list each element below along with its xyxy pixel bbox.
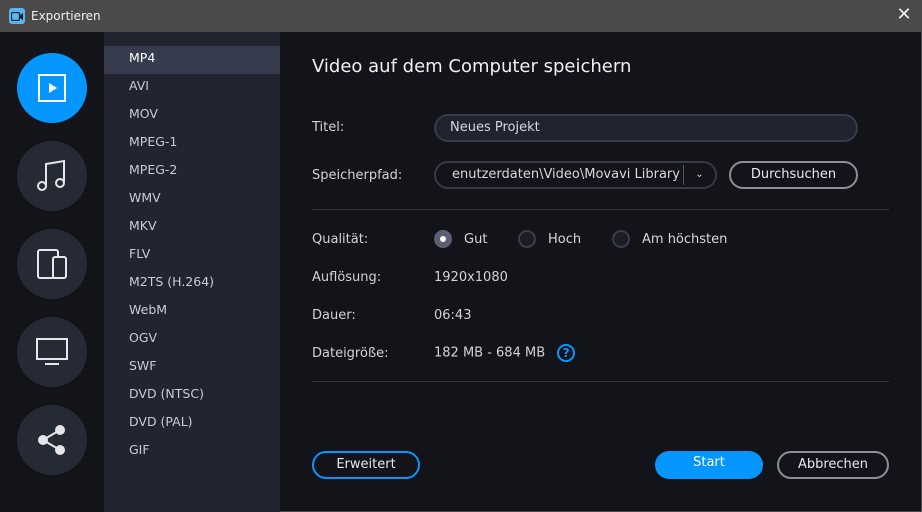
path-label: Speicherpfad: (312, 168, 403, 183)
format-item[interactable]: AVI (104, 74, 280, 102)
radio-checked[interactable] (434, 230, 452, 248)
format-item[interactable]: MOV (104, 102, 280, 130)
help-icon[interactable]: ? (557, 344, 576, 362)
advanced-button[interactable]: Erweitert (312, 451, 420, 479)
filesize-label: Dateigröße: (312, 346, 389, 361)
filesize-value: 182 MB - 684 MB (434, 345, 546, 361)
cancel-button[interactable]: Abbrechen (777, 451, 889, 479)
format-item[interactable]: WebM (104, 298, 280, 326)
devices-category-button[interactable] (17, 229, 87, 299)
devices-icon (37, 249, 67, 279)
tv-category-button[interactable] (17, 317, 87, 387)
format-item[interactable]: OGV (104, 326, 280, 354)
monitor-icon (36, 338, 68, 365)
share-category-button[interactable] (17, 405, 87, 475)
filesize-row: 182 MB - 684 MB? (434, 344, 576, 362)
format-item[interactable]: M2TS (H.264) (104, 270, 280, 298)
quality-radio-highest[interactable]: Am höchsten (612, 230, 727, 248)
format-list: MP4 AVI MOV MPEG-1 MPEG-2 WMV MKV FLV M2TS (H.26… (104, 32, 280, 512)
close-icon[interactable]: ✕ (894, 5, 914, 25)
category-sidebar (0, 32, 104, 512)
format-item[interactable]: MP4 (104, 46, 280, 74)
format-item[interactable]: MPEG-2 (104, 158, 280, 186)
format-item[interactable]: DVD (NTSC) (104, 382, 280, 410)
title-label: Titel: (312, 120, 345, 135)
radio-label: Hoch (548, 231, 582, 247)
duration-value: 06:43 (434, 308, 472, 323)
browse-button[interactable]: Durchsuchen (729, 161, 858, 189)
save-path-dropdown[interactable]: enutzerdaten\Video\Movavi Library ⌄ (434, 161, 717, 189)
video-category-button[interactable] (17, 53, 87, 123)
resolution-label: Auflösung: (312, 270, 382, 285)
radio-label: Am höchsten (642, 231, 728, 247)
format-item[interactable]: MKV (104, 214, 280, 242)
format-item[interactable]: SWF (104, 354, 280, 382)
play-icon (38, 74, 66, 102)
duration-label: Dauer: (312, 308, 356, 323)
format-item[interactable]: FLV (104, 242, 280, 270)
radio-label: Gut (464, 231, 488, 247)
resolution-value: 1920x1080 (434, 270, 508, 285)
music-note-icon (37, 159, 65, 191)
format-item[interactable]: MPEG-1 (104, 130, 280, 158)
format-item[interactable]: DVD (PAL) (104, 410, 280, 438)
quality-label: Qualität: (312, 232, 369, 247)
chevron-down-icon[interactable]: ⌄ (683, 165, 715, 185)
quality-radio-hoch[interactable]: Hoch (518, 230, 581, 248)
share-icon (38, 425, 65, 455)
window-title: Exportieren (31, 9, 101, 23)
start-button[interactable]: Start (655, 451, 763, 479)
divider (312, 381, 889, 382)
quality-radio-gut[interactable]: Gut (434, 230, 487, 248)
radio-unchecked[interactable] (518, 230, 536, 248)
format-item[interactable]: WMV (104, 186, 280, 214)
path-value: enutzerdaten\Video\Movavi Library (452, 167, 680, 182)
format-item[interactable]: GIF (104, 438, 280, 466)
export-settings: Video auf dem Computer speichern Titel: … (280, 32, 922, 512)
camera-icon (9, 8, 25, 24)
audio-category-button[interactable] (17, 141, 87, 211)
divider (312, 209, 889, 210)
title-input[interactable]: Neues Projekt (434, 114, 858, 142)
radio-unchecked[interactable] (612, 230, 630, 248)
page-title: Video auf dem Computer speichern (312, 56, 632, 77)
title-bar: Exportieren ✕ (0, 0, 922, 32)
